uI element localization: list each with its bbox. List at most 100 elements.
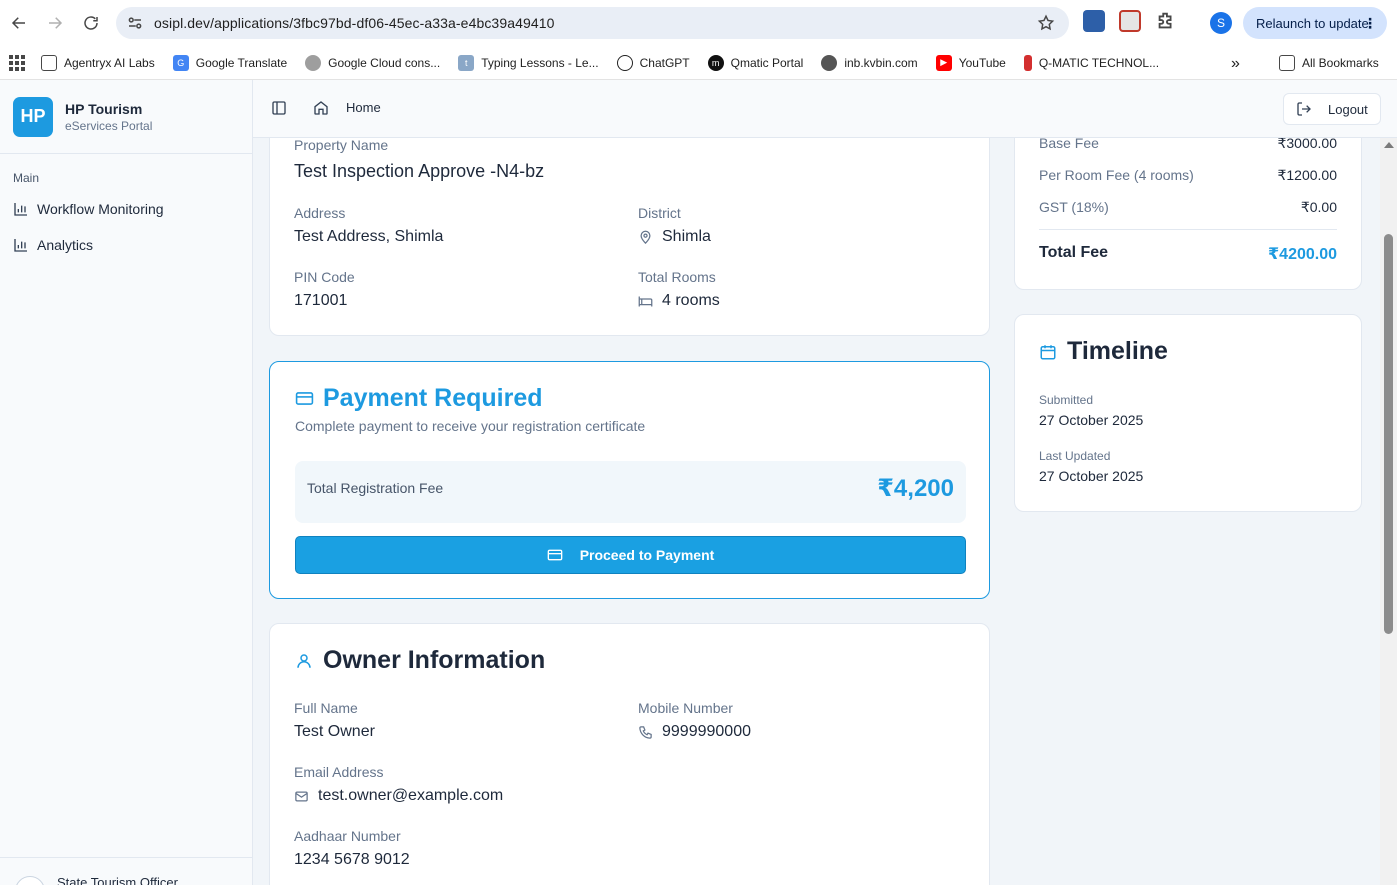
scroll-up-arrow-icon[interactable]: [1384, 142, 1394, 148]
all-bookmarks-label: All Bookmarks: [1302, 56, 1379, 70]
url-text: osipl.dev/applications/3fbc97bd-df06-45e…: [154, 15, 555, 31]
profile-avatar[interactable]: S: [1210, 12, 1232, 34]
logout-icon: [1297, 102, 1311, 116]
page-scrollbar[interactable]: [1380, 138, 1397, 885]
credit-card-icon: [295, 392, 314, 405]
last-updated-label: Last Updated: [1039, 449, 1111, 463]
sidebar-item-analytics[interactable]: Analytics: [0, 227, 252, 263]
total-rooms-text: 4 rooms: [662, 292, 720, 309]
sidebar-item-label: Analytics: [37, 237, 94, 253]
timeline-title: Timeline: [1039, 337, 1168, 366]
submitted-label: Submitted: [1039, 393, 1094, 407]
address-value: Test Address, Shimla: [294, 228, 444, 245]
bookmark-label: Agentryx AI Labs: [64, 55, 155, 70]
folder-icon: [1279, 55, 1295, 71]
registration-fee-amount: ₹4,200: [877, 475, 954, 502]
mobile-number-label: Mobile Number: [638, 700, 733, 716]
home-icon[interactable]: [313, 100, 329, 116]
fee-row-label: GST (18%): [1039, 199, 1109, 215]
credit-card-icon: [547, 549, 563, 561]
main-content: Property Name Test Inspection Approve -N…: [253, 138, 1380, 885]
folder-icon: [41, 54, 57, 71]
payment-title-text: Payment Required: [323, 384, 543, 412]
property-card: Property Name Test Inspection Approve -N…: [269, 138, 990, 336]
scrollbar-thumb[interactable]: [1384, 234, 1393, 634]
fee-divider: [1039, 229, 1337, 230]
fee-row-label: Per Room Fee (4 rooms): [1039, 167, 1194, 183]
sidebar-group-label: Main: [13, 171, 40, 185]
cast-extension-icon[interactable]: [1119, 10, 1141, 32]
extensions-area: [1083, 10, 1177, 32]
relaunch-label: Relaunch to update: [1256, 15, 1369, 31]
brand-logo: HP: [13, 96, 53, 137]
bookmark-item[interactable]: t Typing Lessons - Le...: [458, 54, 599, 71]
all-bookmarks-button[interactable]: All Bookmarks: [1279, 55, 1379, 71]
puzzle-extensions-icon[interactable]: [1155, 10, 1177, 32]
user-avatar: [15, 876, 45, 885]
owner-information-title-text: Owner Information: [323, 646, 546, 674]
bookmarks-overflow-button[interactable]: »: [1231, 55, 1240, 73]
bar-chart-icon: [14, 239, 27, 252]
bookmark-label: Typing Lessons - Le...: [481, 55, 599, 70]
fee-row-gst: GST (18%) ₹0.00: [1039, 199, 1337, 216]
sidebar-item-workflow-monitoring[interactable]: Workflow Monitoring: [0, 191, 252, 227]
fee-row-amount: ₹3000.00: [1277, 138, 1337, 151]
apps-grid-icon[interactable]: [9, 54, 25, 71]
mobile-number-text: 9999990000: [662, 723, 751, 740]
typing-icon: t: [458, 54, 475, 71]
district-value: Shimla: [638, 228, 711, 246]
browser-toolbar: osipl.dev/applications/3fbc97bd-df06-45e…: [0, 0, 1397, 46]
last-updated-value: 27 October 2025: [1039, 468, 1144, 484]
full-name-label: Full Name: [294, 700, 358, 716]
bookmark-item[interactable]: G Google Translate: [172, 54, 288, 71]
cart-extension-icon[interactable]: [1083, 10, 1105, 32]
more-vertical-icon[interactable]: ⋮: [1363, 15, 1377, 32]
mail-icon: [295, 791, 308, 801]
back-button[interactable]: [1, 5, 37, 41]
sidebar-item-label: Workflow Monitoring: [37, 201, 164, 217]
bookmark-item[interactable]: ChatGPT: [616, 54, 690, 71]
sidebar-footer[interactable]: State Tourism Officer: [0, 857, 252, 885]
bookmark-star-icon[interactable]: [1037, 14, 1055, 32]
aadhaar-number-value: 1234 5678 9012: [294, 851, 410, 868]
chatgpt-icon: [616, 54, 633, 71]
district-text: Shimla: [662, 228, 711, 245]
breadcrumb-home[interactable]: Home: [346, 100, 381, 115]
timeline-card: Timeline Submitted 27 October 2025 Last …: [1014, 314, 1362, 512]
address-bar[interactable]: osipl.dev/applications/3fbc97bd-df06-45e…: [116, 7, 1069, 39]
brand[interactable]: HP HP Tourism eServices Portal: [0, 80, 252, 154]
bookmark-label: Google Translate: [195, 55, 288, 70]
fee-total-row: Total Fee ₹4200.00: [1039, 244, 1337, 264]
proceed-to-payment-button[interactable]: Proceed to Payment: [295, 536, 966, 574]
payment-required-card: Payment Required Complete payment to rec…: [269, 361, 990, 599]
forward-button[interactable]: [37, 5, 73, 41]
phone-icon: [639, 725, 652, 739]
bookmark-label: ChatGPT: [639, 55, 690, 70]
map-pin-icon: [640, 230, 651, 244]
site-info-icon[interactable]: [126, 14, 144, 32]
bookmark-item[interactable]: inb.kvbin.com: [821, 54, 918, 71]
reload-icon: [84, 16, 98, 30]
bar-chart-icon: [14, 203, 27, 216]
owner-information-card: Owner Information Full Name Test Owner M…: [269, 623, 990, 885]
google-cloud-icon: [305, 54, 322, 71]
reload-button[interactable]: [73, 5, 109, 41]
sidebar-toggle-icon[interactable]: [271, 100, 287, 116]
relaunch-button[interactable]: Relaunch to update ⋮: [1243, 7, 1387, 39]
email-address-text: test.owner@example.com: [318, 787, 504, 804]
bookmark-item[interactable]: Q-MATIC TECHNOL...: [1023, 54, 1159, 71]
fee-row-base: Base Fee ₹3000.00: [1039, 138, 1337, 152]
logout-button[interactable]: Logout: [1283, 93, 1381, 125]
bookmark-item[interactable]: m Qmatic Portal: [707, 54, 803, 71]
bookmark-item[interactable]: Google Cloud cons...: [305, 54, 440, 71]
globe-icon: [821, 54, 838, 71]
bookmark-item[interactable]: ▶ YouTube: [935, 54, 1006, 71]
app-header: Home Logout: [253, 80, 1397, 138]
sidebar: HP HP Tourism eServices Portal Main Work…: [0, 80, 253, 885]
mobile-number-value: 9999990000: [638, 723, 751, 741]
user-icon: [297, 653, 311, 668]
logout-label: Logout: [1328, 101, 1368, 117]
proceed-to-payment-label: Proceed to Payment: [579, 547, 715, 563]
fee-row-per-room: Per Room Fee (4 rooms) ₹1200.00: [1039, 167, 1337, 184]
bookmark-item[interactable]: Agentryx AI Labs: [41, 54, 155, 71]
